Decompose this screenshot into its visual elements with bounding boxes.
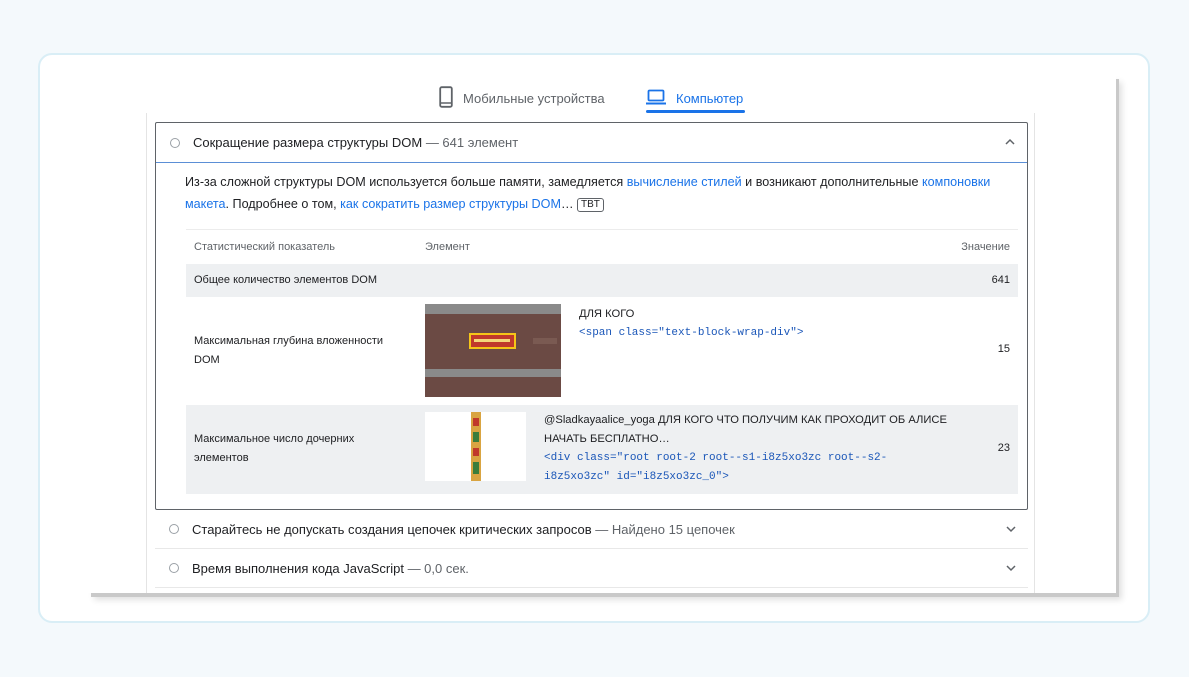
node-info[interactable]: @Sladkayaalice_yoga ДЛЯ КОГО ЧТО ПОЛУЧИМ… xyxy=(544,411,964,487)
laptop-icon xyxy=(646,89,666,108)
divider xyxy=(1034,113,1035,593)
node-info[interactable]: ДЛЯ КОГО <span class="text-block-wrap-di… xyxy=(579,305,803,343)
row-metric: Общее количество элементов DOM xyxy=(194,274,377,286)
chevron-down-icon[interactable] xyxy=(1004,522,1018,536)
device-tabs: Мобильные устройства Компьютер xyxy=(88,75,1116,115)
row-metric: Максимальное число дочерних элементов xyxy=(194,433,355,464)
row-value: 23 xyxy=(997,442,1010,454)
column-header-metric: Статистический показатель xyxy=(194,241,335,253)
column-header-element: Элемент xyxy=(425,241,470,253)
audit-status-icon xyxy=(170,137,180,148)
node-snippet: <div class="root root-2 root--s1-i8z5xo3… xyxy=(544,452,888,483)
node-text: ДЛЯ КОГО xyxy=(579,308,635,320)
active-tab-indicator xyxy=(646,110,745,113)
audit-status-icon xyxy=(169,563,179,573)
chevron-down-icon[interactable] xyxy=(1004,561,1018,575)
audit-title: Время выполнения кода JavaScript — 0,0 с… xyxy=(192,560,469,576)
chevron-up-icon[interactable] xyxy=(1003,135,1017,149)
audit-title: Старайтесь не допускать создания цепочек… xyxy=(192,521,735,537)
lighthouse-report-screenshot: Мобильные устройства Компьютер Сокращени… xyxy=(88,75,1116,593)
node-snippet: <span class="text-block-wrap-div"> xyxy=(579,327,804,339)
table-row: Максимальное число дочерних элементов @S… xyxy=(186,405,1018,494)
tab-desktop-label: Компьютер xyxy=(676,90,744,106)
node-text: @Sladkayaalice_yoga ДЛЯ КОГО ЧТО ПОЛУЧИМ… xyxy=(544,414,947,445)
audit-dom-size: Сокращение размера структуры DOM — 641 э… xyxy=(155,122,1028,510)
row-metric: Максимальная глубина вложенности DOM xyxy=(194,335,384,366)
element-screenshot-thumbnail[interactable] xyxy=(425,304,561,397)
audit-title: Сокращение размера структуры DOM — 641 э… xyxy=(193,135,518,150)
link-style-calculation[interactable]: вычисление стилей xyxy=(627,175,742,189)
table-row: Общее количество элементов DOM 641 xyxy=(186,264,1018,297)
link-learn-more[interactable]: как сократить размер структуры DOM xyxy=(340,197,561,211)
row-value: 15 xyxy=(997,343,1010,355)
divider xyxy=(146,113,147,593)
audit-title-text: Сокращение размера структуры DOM xyxy=(193,135,423,150)
element-screenshot-thumbnail[interactable] xyxy=(425,412,526,481)
tab-mobile[interactable]: Мобильные устройства xyxy=(439,81,605,115)
audit-description: Из-за сложной структуры DOM используется… xyxy=(185,175,991,212)
audit-javascript-bootup-time[interactable]: Время выполнения кода JavaScript — 0,0 с… xyxy=(155,549,1028,588)
metric-badge: TBT xyxy=(577,198,604,212)
audit-dom-size-header[interactable]: Сокращение размера структуры DOM — 641 э… xyxy=(156,123,1027,163)
audit-critical-request-chains[interactable]: Старайтесь не допускать создания цепочек… xyxy=(155,510,1028,549)
table-row: Максимальная глубина вложенности DOM ДЛЯ… xyxy=(186,297,1018,405)
row-value: 641 xyxy=(991,274,1010,286)
table-header: Статистический показатель Элемент Значен… xyxy=(186,229,1018,264)
tab-mobile-label: Мобильные устройства xyxy=(463,90,605,106)
smartphone-icon xyxy=(439,85,453,111)
details-table: Статистический показатель Элемент Значен… xyxy=(186,229,1018,494)
column-header-value: Значение xyxy=(961,241,1010,253)
audit-display-value: — 641 элемент xyxy=(425,135,519,150)
audit-status-icon xyxy=(169,524,179,534)
